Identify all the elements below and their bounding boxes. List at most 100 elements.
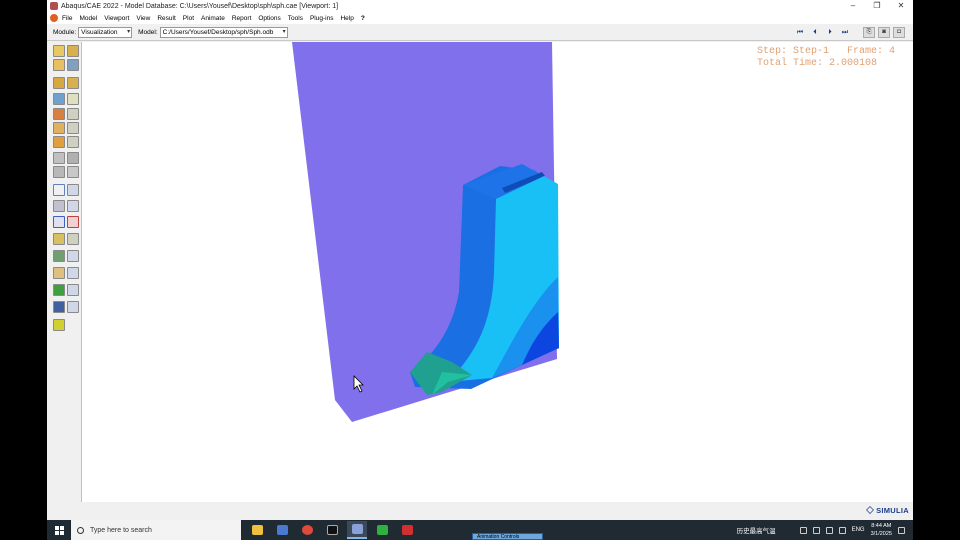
animation-options-icon[interactable] — [67, 166, 79, 178]
file-explorer-icon[interactable] — [247, 521, 267, 539]
abaqus-taskbar-icon[interactable] — [347, 521, 367, 539]
clock[interactable]: 8:44 AM 3/1/2025 — [871, 522, 892, 538]
copy-icon[interactable]: ⎘ — [863, 27, 875, 38]
language-indicator[interactable]: ENG — [852, 527, 865, 533]
free-body-cut-icon[interactable] — [53, 216, 65, 228]
abaqus-menu-logo-icon[interactable] — [50, 14, 58, 22]
free-body-manager-icon[interactable] — [67, 216, 79, 228]
xy-data-manager-icon[interactable] — [67, 184, 79, 196]
clock-date: 3/1/2025 — [870, 531, 892, 537]
create-path-icon[interactable] — [53, 200, 65, 212]
start-button[interactable] — [47, 520, 71, 540]
module-select-value: Visualization — [81, 28, 118, 36]
allow-multiple-plot-states-icon[interactable] — [53, 93, 65, 105]
path-manager-icon[interactable] — [67, 200, 79, 212]
display-group-manager-icon[interactable] — [67, 250, 79, 262]
module-label: Module: — [53, 28, 77, 36]
chevron-down-icon: ▾ — [282, 28, 286, 35]
state-block: Step: Step-1 Frame: 4 Total Time: 2.0001… — [757, 46, 895, 70]
common-options-icon[interactable] — [53, 108, 65, 120]
window-title: Abaqus/CAE 2022 - Model Database: C:\Use… — [61, 2, 339, 10]
menu-viewport[interactable]: Viewport — [104, 15, 129, 22]
menu-plot[interactable]: Plot — [183, 15, 194, 22]
stream-icon[interactable] — [53, 233, 65, 245]
weather-widget[interactable]: 历史最高气温 — [737, 525, 776, 535]
menu-options[interactable]: Options — [258, 15, 280, 22]
plot-undeformed-icon[interactable] — [53, 45, 65, 57]
window-controls: – ❐ ✕ — [841, 0, 913, 12]
toolbox — [47, 42, 82, 502]
people-app-icon[interactable] — [272, 521, 292, 539]
plot-contours-undeformed-icon[interactable] — [53, 59, 65, 71]
superimpose-options-icon[interactable] — [67, 93, 79, 105]
minimize-button[interactable]: – — [841, 0, 865, 12]
previous-frame-button[interactable]: ⏴ — [809, 27, 821, 38]
field-output-icon[interactable] — [53, 136, 65, 148]
camera-icon[interactable]: ◙ — [878, 27, 890, 38]
animation-controls-title: Animation Controls — [477, 534, 520, 540]
taskbar-apps — [247, 521, 417, 539]
show-hidden-icons-icon[interactable] — [799, 526, 807, 534]
viewport[interactable]: Step: Step-1 Frame: 4 Total Time: 2.0001… — [82, 42, 913, 502]
material-orientation-icon[interactable] — [67, 77, 79, 89]
network-icon[interactable] — [812, 526, 820, 534]
last-frame-button[interactable]: ⏭ — [839, 27, 851, 38]
ply-stack-options-icon[interactable] — [67, 122, 79, 134]
menu-file[interactable]: File — [62, 15, 72, 22]
contour-options-icon[interactable] — [67, 108, 79, 120]
app-status-strip: SIMULIA — [47, 502, 913, 520]
animate-scale-factor-icon[interactable] — [67, 152, 79, 164]
stream-manager-icon[interactable] — [67, 233, 79, 245]
simulia-logo: SIMULIA — [866, 506, 909, 515]
xy-data-icon[interactable] — [53, 184, 65, 196]
module-select[interactable]: Visualization ▾ — [78, 26, 133, 38]
symbol-plot-icon[interactable] — [53, 77, 65, 89]
restore-button[interactable]: ❐ — [865, 0, 889, 12]
abaqus-app-icon — [50, 2, 58, 10]
simulia-logo-text: SIMULIA — [876, 506, 909, 515]
next-frame-button[interactable]: ⏵ — [824, 27, 836, 38]
camtasia-green-icon[interactable] — [372, 521, 392, 539]
menu-tools[interactable]: Tools — [288, 15, 303, 22]
animate-time-history-icon[interactable] — [53, 152, 65, 164]
overlay-manager-icon[interactable] — [67, 284, 79, 296]
context-help-button[interactable]: ? — [361, 15, 365, 22]
plot-deformed-icon[interactable] — [67, 45, 79, 57]
view-cut-icon[interactable] — [53, 267, 65, 279]
animate-harmonic-icon[interactable] — [53, 166, 65, 178]
query-icon[interactable] — [53, 319, 65, 331]
animation-toolbar: ⏮ ⏴ ⏵ ⏭ ⎘ ◙ ◘ — [794, 27, 905, 38]
menu-result[interactable]: Result — [157, 15, 175, 22]
terminal-icon[interactable] — [322, 521, 342, 539]
close-button[interactable]: ✕ — [889, 0, 913, 12]
menu-animate[interactable]: Animate — [201, 15, 225, 22]
menu-model[interactable]: Model — [79, 15, 97, 22]
chrome-icon[interactable] — [297, 521, 317, 539]
image-icon[interactable] — [53, 301, 65, 313]
camtasia-red-icon[interactable] — [397, 521, 417, 539]
plot-contours-deformed-icon[interactable] — [67, 59, 79, 71]
search-icon — [77, 526, 84, 534]
display-group-create-icon[interactable] — [53, 250, 65, 262]
abaqus-window: Abaqus/CAE 2022 - Model Database: C:\Use… — [47, 0, 913, 520]
overlay-plot-icon[interactable] — [53, 284, 65, 296]
menu-plugins[interactable]: Plug-ins — [310, 15, 333, 22]
taskbar-search[interactable]: Type here to search — [71, 520, 241, 540]
menu-view[interactable]: View — [136, 15, 150, 22]
view-cut-manager-icon[interactable] — [67, 267, 79, 279]
notifications-icon[interactable] — [898, 526, 905, 534]
symbol-options-icon[interactable] — [53, 122, 65, 134]
chevron-down-icon: ▾ — [127, 28, 131, 35]
title-bar[interactable]: Abaqus/CAE 2022 - Model Database: C:\Use… — [47, 0, 913, 12]
animation-controls-window[interactable]: Animation Controls — [472, 533, 543, 540]
first-frame-button[interactable]: ⏮ — [794, 27, 806, 38]
model-select[interactable]: C:/Users/Yousef/Desktop/sph/Sph.odb ▾ — [159, 26, 288, 38]
battery-icon[interactable] — [838, 526, 846, 534]
camera-settings-icon[interactable]: ◘ — [893, 27, 905, 38]
context-bar: Module: Visualization ▾ Model: C:/Users/… — [47, 24, 913, 41]
volume-icon[interactable] — [825, 526, 833, 534]
section-points-icon[interactable] — [67, 136, 79, 148]
image-manager-icon[interactable] — [67, 301, 79, 313]
menu-help[interactable]: Help — [340, 15, 353, 22]
menu-report[interactable]: Report — [232, 15, 252, 22]
